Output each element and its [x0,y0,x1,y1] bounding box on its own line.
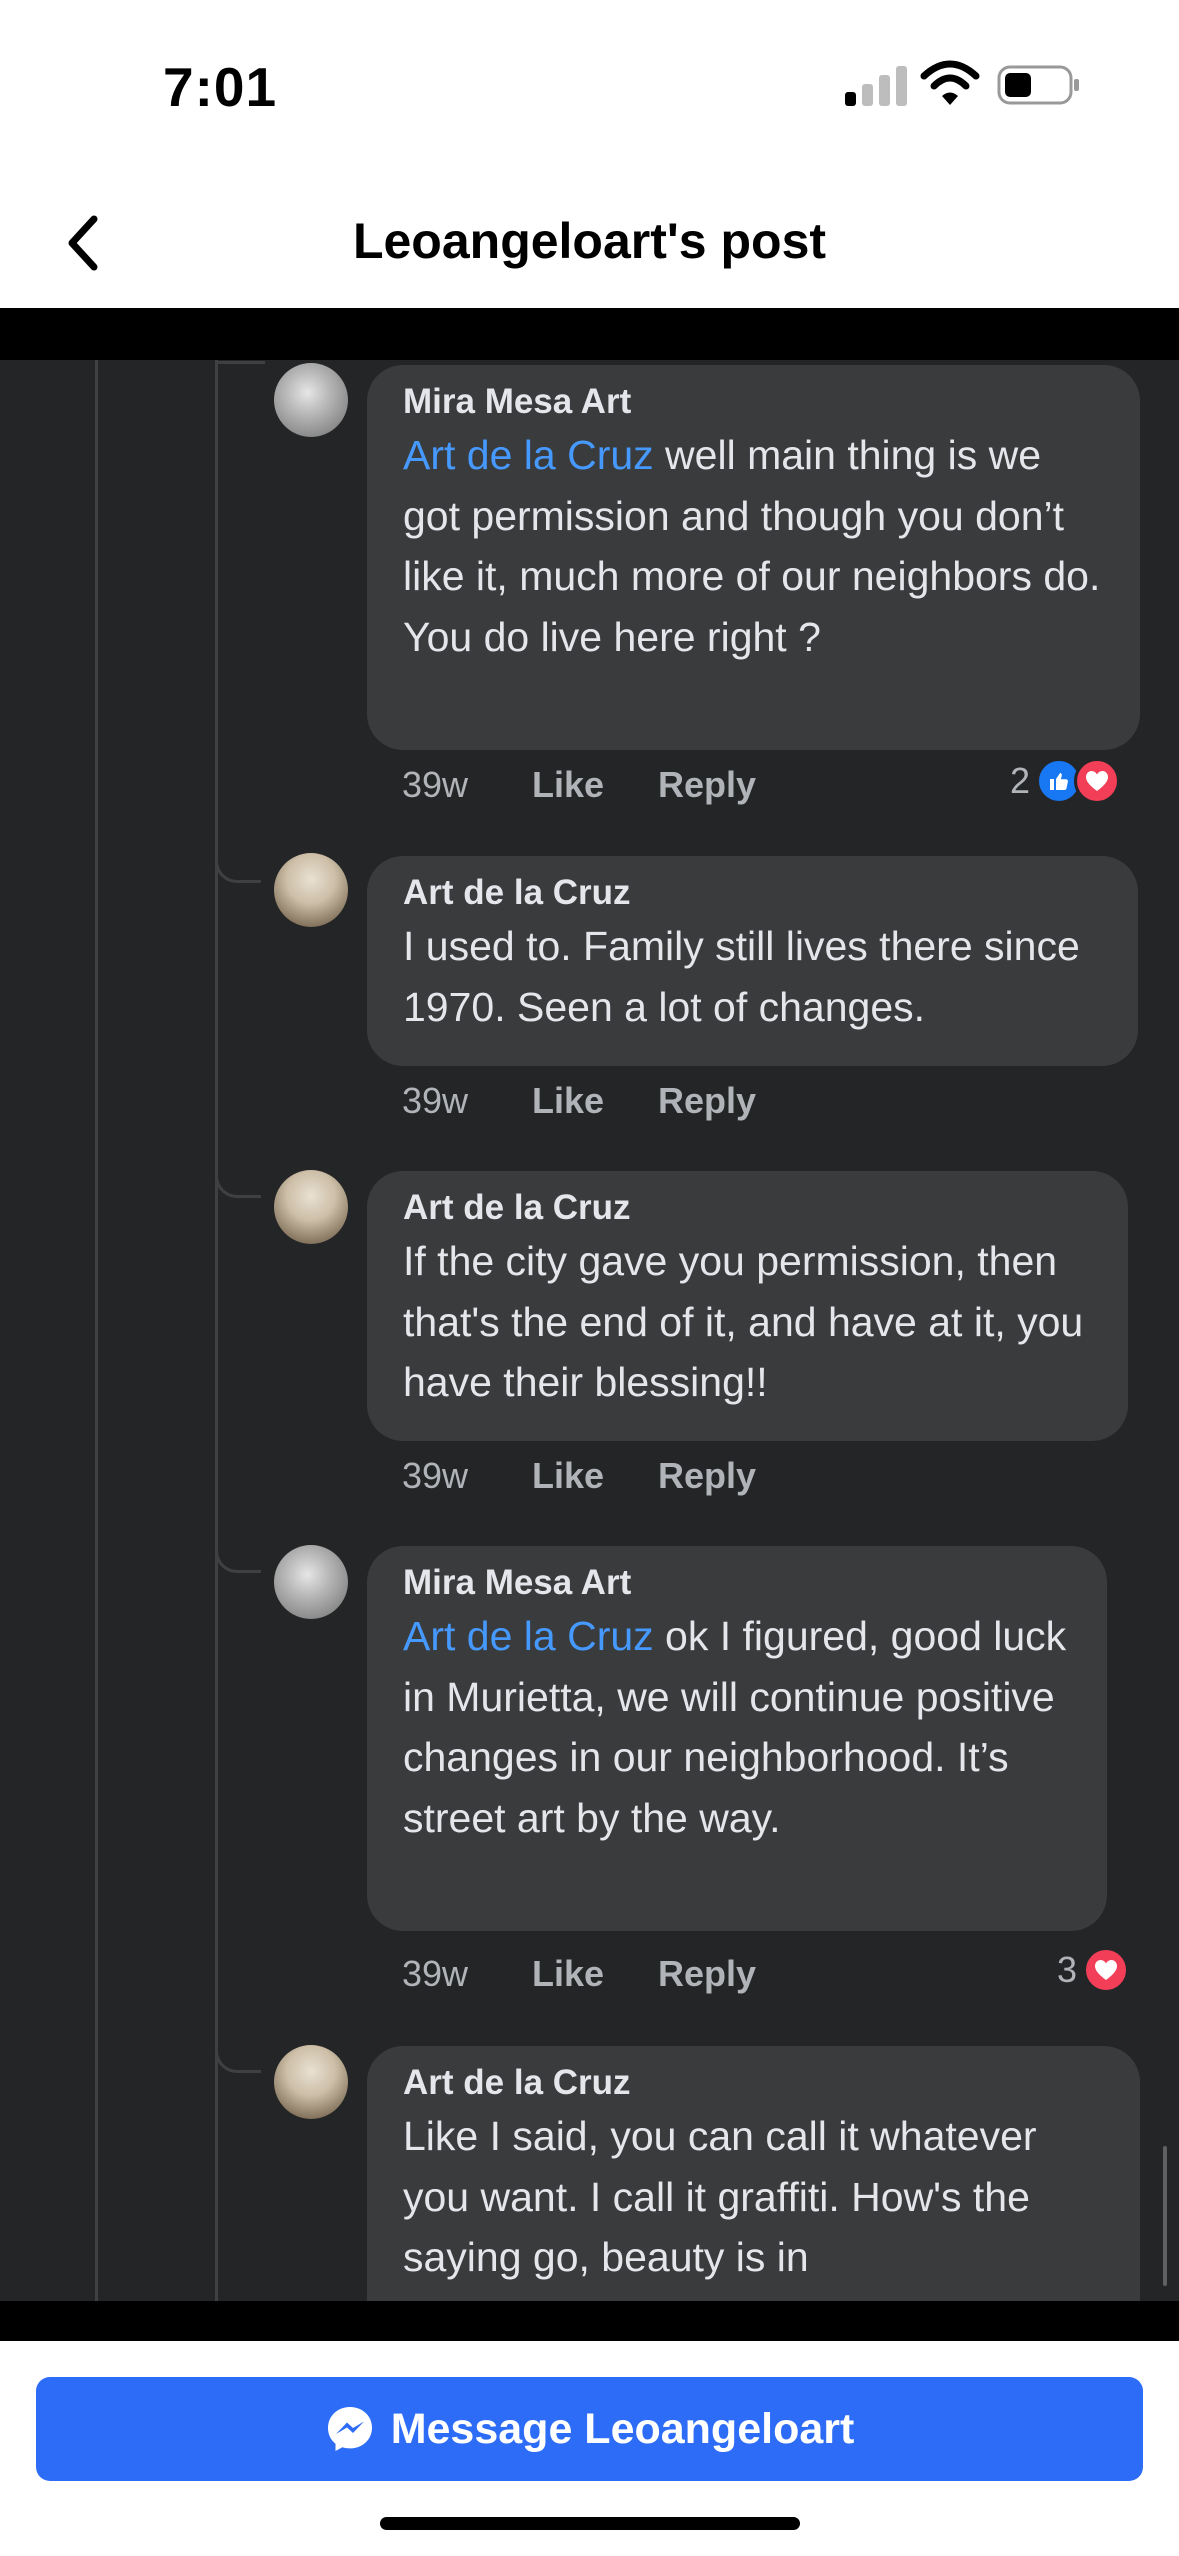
comment-author[interactable]: Art de la Cruz [403,2060,1104,2106]
comment-actions: 39w Like Reply [402,1080,756,1122]
reaction-count: 3 [1057,1949,1078,1990]
avatar[interactable] [274,363,348,437]
cellular-signal-icon [845,62,907,106]
comment-age: 39w [402,1455,469,1496]
status-time: 7:01 [163,56,278,118]
reaction-summary[interactable]: 2 [1010,758,1121,804]
page-title: Leoangeloart's post [352,213,827,269]
scrollbar[interactable] [1163,2146,1167,2286]
thread-line [95,360,98,2301]
reaction-summary[interactable]: 3 [1057,1947,1130,1993]
comment-bubble: Art de la Cruz If the city gave you perm… [367,1171,1128,1441]
home-indicator[interactable] [380,2517,800,2530]
comment-text: I used to. Family still lives there sinc… [403,923,1080,1030]
thread-connector [215,2043,261,2073]
comment-text: Like I said, you can call it whatever yo… [403,2113,1037,2280]
battery-icon [997,65,1079,105]
thread-line [215,360,218,2301]
thread-connector [215,853,261,883]
comment-bubble: Mira Mesa Art Art de la Cruz well main t… [367,365,1140,750]
reply-button[interactable]: Reply [658,1953,756,1995]
love-reaction-icon [1074,758,1121,804]
comments-screenshot: Mira Mesa Art Art de la Cruz well main t… [0,308,1179,2341]
avatar[interactable] [274,1545,348,1619]
comment-mention[interactable]: Art de la Cruz [403,432,654,478]
wifi-icon [920,60,980,105]
comment-bubble: Art de la Cruz I used to. Family still l… [367,856,1138,1066]
bottom-divider [0,2301,1179,2341]
like-button[interactable]: Like [532,1455,658,1497]
comment-age: 39w [402,764,469,805]
comment-text: If the city gave you permission, then th… [403,1238,1084,1405]
comment-actions: 39w Like Reply [402,1953,756,1995]
comment-text: Art de la Cruz well main thing is we got… [403,432,1101,660]
comment-author[interactable]: Art de la Cruz [403,870,1102,916]
comment-author[interactable]: Art de la Cruz [403,1185,1092,1231]
post-page: 7:01 Leoangeloart's post Mira Mesa Art A… [0,0,1179,2556]
reply-button[interactable]: Reply [658,1455,756,1497]
comment-actions: 39w Like Reply [402,1455,756,1497]
avatar[interactable] [274,1170,348,1244]
comment-bubble: Art de la Cruz Like I said, you can call… [367,2046,1140,2341]
like-button[interactable]: Like [532,1080,658,1122]
thread-connector [215,1543,261,1573]
avatar[interactable] [274,853,348,927]
messenger-icon [327,2407,372,2451]
comment-mention[interactable]: Art de la Cruz [403,1613,654,1659]
thread-connector [215,344,265,364]
thread-connector [215,1168,261,1198]
comment-author[interactable]: Mira Mesa Art [403,1560,1071,1606]
comment-age: 39w [402,1953,469,1994]
love-reaction-icon [1083,1947,1130,1993]
comment-bubble: Mira Mesa Art Art de la Cruz ok I figure… [367,1546,1107,1931]
comment-text: Art de la Cruz ok I figured, good luck i… [403,1613,1067,1841]
message-button-label: Message Leoangeloart [390,2404,855,2453]
comment-age: 39w [402,1080,469,1121]
message-button[interactable]: Message Leoangeloart [36,2377,1143,2481]
top-divider [0,308,1179,360]
reply-button[interactable]: Reply [658,1080,756,1122]
like-button[interactable]: Like [532,764,658,806]
reply-button[interactable]: Reply [658,764,756,806]
like-button[interactable]: Like [532,1953,658,1995]
comment-actions: 39w Like Reply [402,764,756,806]
comment-author[interactable]: Mira Mesa Art [403,379,1104,425]
avatar[interactable] [274,2045,348,2119]
reaction-count: 2 [1010,760,1031,801]
